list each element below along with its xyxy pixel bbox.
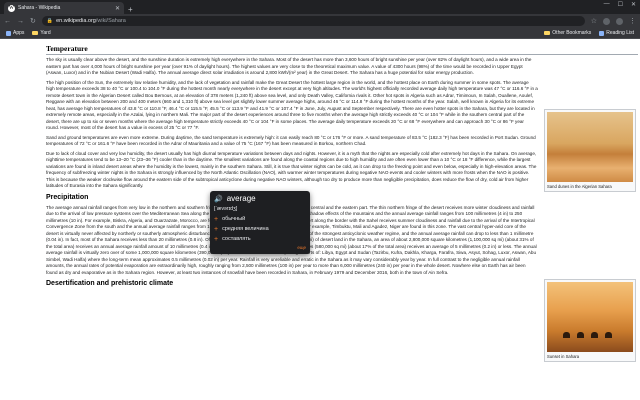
translation-popup: 🔊 average [ˈævərɪdʒ] + обычный + средняя в… bbox=[210, 191, 310, 254]
popup-header: 🔊 average bbox=[214, 194, 306, 203]
more-link[interactable]: еще bbox=[214, 245, 306, 250]
figure-caption: Sunset in Sahara bbox=[547, 354, 580, 359]
bookmark-apps[interactable]: Apps bbox=[6, 30, 24, 36]
window-controls: — ☐ ✕ bbox=[604, 1, 636, 8]
paragraph: The high position of the Sun, the extrem… bbox=[46, 79, 538, 131]
add-icon[interactable]: + bbox=[214, 216, 218, 223]
profile-avatar[interactable] bbox=[616, 17, 623, 25]
url-host: en.wikipedia.org bbox=[56, 18, 96, 24]
extension-icon[interactable] bbox=[603, 17, 610, 25]
reading-list[interactable]: Reading List bbox=[599, 30, 634, 36]
other-bookmarks[interactable]: Other Bookmarks bbox=[544, 30, 591, 36]
browser-toolbar: ← → ↻ 🔒 en.wikipedia.org/wiki/Sahara ☆ ⋮ bbox=[0, 14, 640, 28]
figure-caption: Sand dunes in the Algerian Sahara bbox=[547, 184, 612, 189]
apps-icon bbox=[6, 30, 11, 36]
reading-list-icon bbox=[599, 30, 605, 36]
star-icon[interactable]: ☆ bbox=[591, 17, 597, 25]
definition-text: средняя величина bbox=[222, 226, 269, 232]
folder-icon bbox=[544, 31, 551, 35]
tab-sahara[interactable]: W Sahara - Wikipedia ✕ bbox=[4, 2, 124, 14]
bookmark-apps-label: Apps bbox=[13, 30, 25, 36]
sunset-image[interactable] bbox=[547, 282, 633, 352]
other-bookmarks-label: Other Bookmarks bbox=[552, 30, 592, 36]
speaker-icon[interactable]: 🔊 bbox=[214, 195, 223, 203]
bookmark-yard-label: Yard bbox=[40, 30, 51, 36]
article-content: Temperature The sky is usually clear abo… bbox=[46, 39, 638, 362]
close-window-icon[interactable]: ✕ bbox=[631, 1, 636, 8]
definition-item[interactable]: + обычный bbox=[214, 214, 306, 224]
reading-list-label: Reading List bbox=[606, 30, 634, 36]
lock-icon[interactable]: 🔒 bbox=[47, 18, 53, 24]
heading-desertification: Desertification and prehistoric climate bbox=[46, 280, 174, 287]
maximize-icon[interactable]: ☐ bbox=[618, 1, 623, 8]
bookmark-yard[interactable]: Yard bbox=[32, 30, 51, 36]
tab-title: Sahara - Wikipedia bbox=[18, 5, 61, 11]
menu-icon[interactable]: ⋮ bbox=[629, 17, 636, 25]
popup-phonetic: [ˈævərɪdʒ] bbox=[214, 206, 238, 212]
web-page: Temperature The sky is usually clear abo… bbox=[0, 39, 640, 400]
definition-text: составлять bbox=[222, 236, 251, 242]
folder-icon bbox=[32, 31, 39, 35]
camel-silhouette bbox=[591, 332, 598, 338]
paragraph: The sky is usually clear above the deser… bbox=[46, 57, 532, 75]
heading-temperature: Temperature bbox=[46, 44, 638, 55]
figure-sunset: Sunset in Sahara bbox=[544, 279, 636, 362]
paragraph: Sand and ground temperatures are even mo… bbox=[46, 134, 536, 147]
address-bar[interactable]: 🔒 en.wikipedia.org/wiki/Sahara bbox=[41, 16, 585, 26]
definition-item[interactable]: + средняя величина bbox=[214, 224, 306, 234]
figure-dunes: Sand dunes in the Algerian Sahara bbox=[544, 109, 636, 192]
add-icon[interactable]: + bbox=[214, 226, 218, 233]
camel-silhouette bbox=[563, 332, 570, 338]
add-icon[interactable]: + bbox=[214, 236, 218, 243]
dunes-image[interactable] bbox=[547, 112, 633, 182]
bookmarks-bar: Apps Yard Other Bookmarks Reading List bbox=[0, 28, 640, 39]
minimize-icon[interactable]: — bbox=[604, 1, 610, 8]
definition-item[interactable]: + составлять bbox=[214, 234, 306, 244]
camel-silhouette bbox=[605, 332, 612, 338]
url-path: /wiki/Sahara bbox=[95, 18, 126, 24]
definition-text: обычный bbox=[222, 216, 246, 222]
paragraph: Due to lack of cloud cover and very low … bbox=[46, 150, 537, 189]
wikipedia-icon: W bbox=[8, 4, 15, 12]
reload-icon[interactable]: ↻ bbox=[30, 17, 36, 25]
url-text: en.wikipedia.org/wiki/Sahara bbox=[56, 18, 126, 24]
tab-strip: W Sahara - Wikipedia ✕ + bbox=[0, 0, 640, 14]
popup-word: average bbox=[226, 194, 256, 203]
back-icon[interactable]: ← bbox=[4, 18, 11, 25]
new-tab-button[interactable]: + bbox=[128, 5, 133, 14]
forward-icon[interactable]: → bbox=[17, 18, 24, 25]
close-tab-icon[interactable]: ✕ bbox=[115, 5, 120, 12]
camel-silhouette bbox=[577, 332, 584, 338]
